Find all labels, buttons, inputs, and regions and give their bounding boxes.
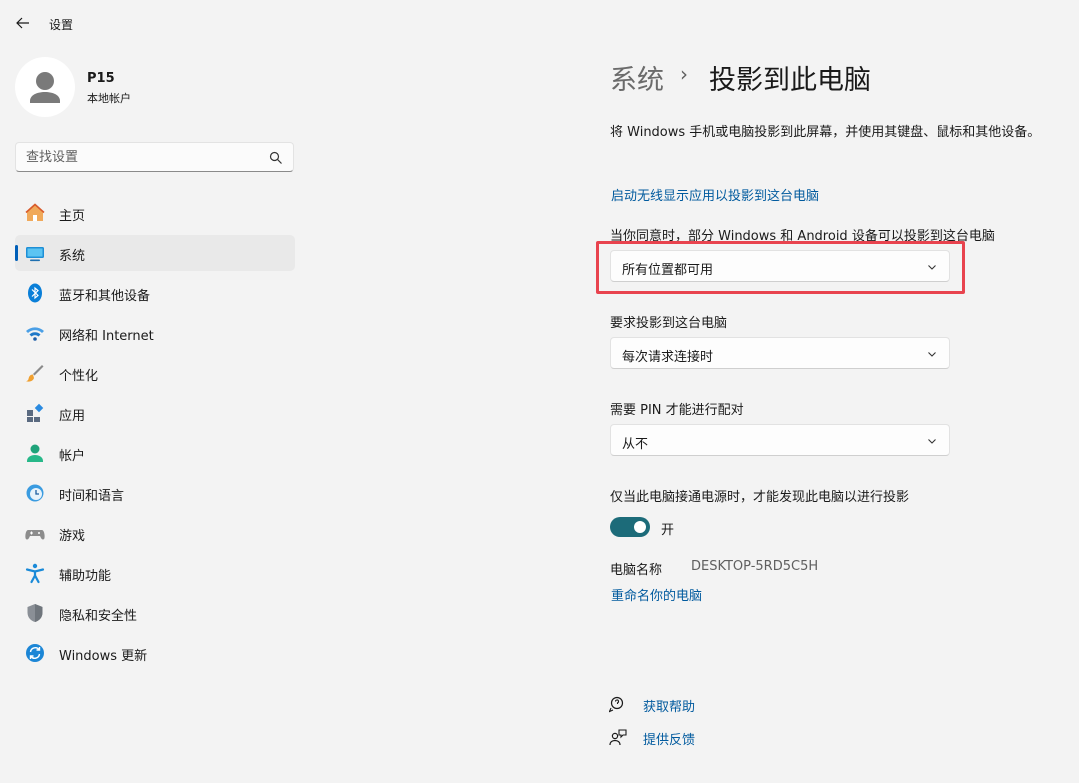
- wifi-icon: [26, 327, 44, 341]
- home-icon: [25, 203, 45, 221]
- search-icon[interactable]: [269, 151, 283, 165]
- ask-project-label: 要求投影到这台电脑: [610, 316, 728, 331]
- page-title: 投影到此电脑: [709, 65, 871, 96]
- account-icon: [27, 444, 43, 462]
- require-pin-dropdown[interactable]: 从不: [610, 424, 950, 456]
- sidebar-item-label: 蓝牙和其他设备: [59, 289, 151, 304]
- shield-icon: [27, 604, 43, 622]
- system-icon: [26, 247, 44, 262]
- chevron-down-icon: [928, 352, 936, 357]
- sidebar-item-label: 应用: [59, 409, 86, 424]
- sidebar-item-bluetooth[interactable]: 蓝牙和其他设备: [15, 275, 295, 311]
- sidebar-item-accessibility[interactable]: 辅助功能: [15, 555, 295, 591]
- avatar[interactable]: [15, 57, 75, 117]
- wireless-display-link[interactable]: 启动无线显示应用以投影到这台电脑: [611, 185, 819, 204]
- feedback-link[interactable]: 提供反馈: [643, 729, 695, 748]
- sidebar-item-gaming[interactable]: 游戏: [15, 515, 295, 551]
- active-indicator: [15, 245, 18, 261]
- pc-name-label: 电脑名称: [610, 563, 663, 578]
- feedback-icon: [609, 729, 627, 746]
- sidebar-item-label: 时间和语言: [59, 489, 125, 504]
- sidebar-item-network[interactable]: 网络和 Internet: [15, 315, 295, 351]
- sidebar-item-label: 辅助功能: [59, 569, 112, 584]
- power-only-label: 仅当此电脑接通电源时，才能发现此电脑以进行投影: [610, 490, 910, 505]
- dropdown-value: 从不: [622, 437, 649, 452]
- page-description: 将 Windows 手机或电脑投影到此屏幕，并使用其键盘、鼠标和其他设备。: [610, 125, 1041, 140]
- get-help-link[interactable]: 获取帮助: [643, 696, 695, 715]
- sidebar-item-label: 网络和 Internet: [59, 329, 154, 344]
- search-box[interactable]: [15, 142, 294, 172]
- apps-icon: [27, 403, 44, 422]
- highlight-box: [596, 241, 965, 294]
- gamepad-icon: [25, 530, 45, 540]
- account-type: 本地帐户: [87, 92, 131, 105]
- update-icon: [26, 644, 44, 662]
- ask-project-dropdown[interactable]: 每次请求连接时: [610, 337, 950, 369]
- sidebar-item-home[interactable]: 主页: [15, 195, 295, 231]
- back-button[interactable]: [14, 14, 32, 32]
- sidebar-item-personalization[interactable]: 个性化: [15, 355, 295, 391]
- search-input[interactable]: [26, 148, 256, 166]
- sidebar-item-privacy[interactable]: 隐私和安全性: [15, 595, 295, 631]
- toggle-knob: [634, 521, 646, 533]
- sidebar-item-label: 系统: [59, 249, 86, 264]
- sidebar-item-windows-update[interactable]: Windows 更新: [15, 635, 295, 671]
- toggle-state-label: 开: [661, 523, 675, 538]
- dropdown-value: 每次请求连接时: [622, 350, 714, 365]
- user-name: P15: [87, 71, 115, 86]
- rename-pc-link[interactable]: 重命名你的电脑: [611, 585, 702, 604]
- sidebar-item-label: Windows 更新: [59, 649, 148, 664]
- power-only-toggle[interactable]: [610, 517, 650, 537]
- require-pin-label: 需要 PIN 才能进行配对: [610, 403, 744, 418]
- brush-icon: [26, 365, 44, 382]
- arrow-left-icon: [16, 17, 29, 29]
- pc-name-value: DESKTOP-5RD5C5H: [691, 559, 819, 574]
- sidebar-item-label: 主页: [59, 209, 86, 224]
- breadcrumb-separator: ›: [680, 62, 688, 86]
- sidebar-item-label: 帐户: [59, 449, 86, 464]
- sidebar-item-apps[interactable]: 应用: [15, 395, 295, 431]
- breadcrumb-parent[interactable]: 系统: [610, 58, 664, 97]
- bluetooth-icon: [28, 283, 42, 303]
- get-help-icon: [609, 696, 624, 713]
- sidebar-item-time-language[interactable]: 时间和语言: [15, 475, 295, 511]
- sidebar-item-label: 个性化: [59, 369, 99, 384]
- sidebar-item-label: 游戏: [59, 529, 86, 544]
- sidebar-item-system[interactable]: 系统: [15, 235, 295, 271]
- accessibility-icon: [25, 563, 45, 584]
- sidebar-item-accounts[interactable]: 帐户: [15, 435, 295, 471]
- time-language-icon: [26, 484, 44, 502]
- chevron-down-icon: [928, 439, 936, 444]
- app-title: 设置: [49, 18, 74, 32]
- sidebar-item-label: 隐私和安全性: [59, 609, 138, 624]
- user-avatar-icon: [30, 72, 60, 103]
